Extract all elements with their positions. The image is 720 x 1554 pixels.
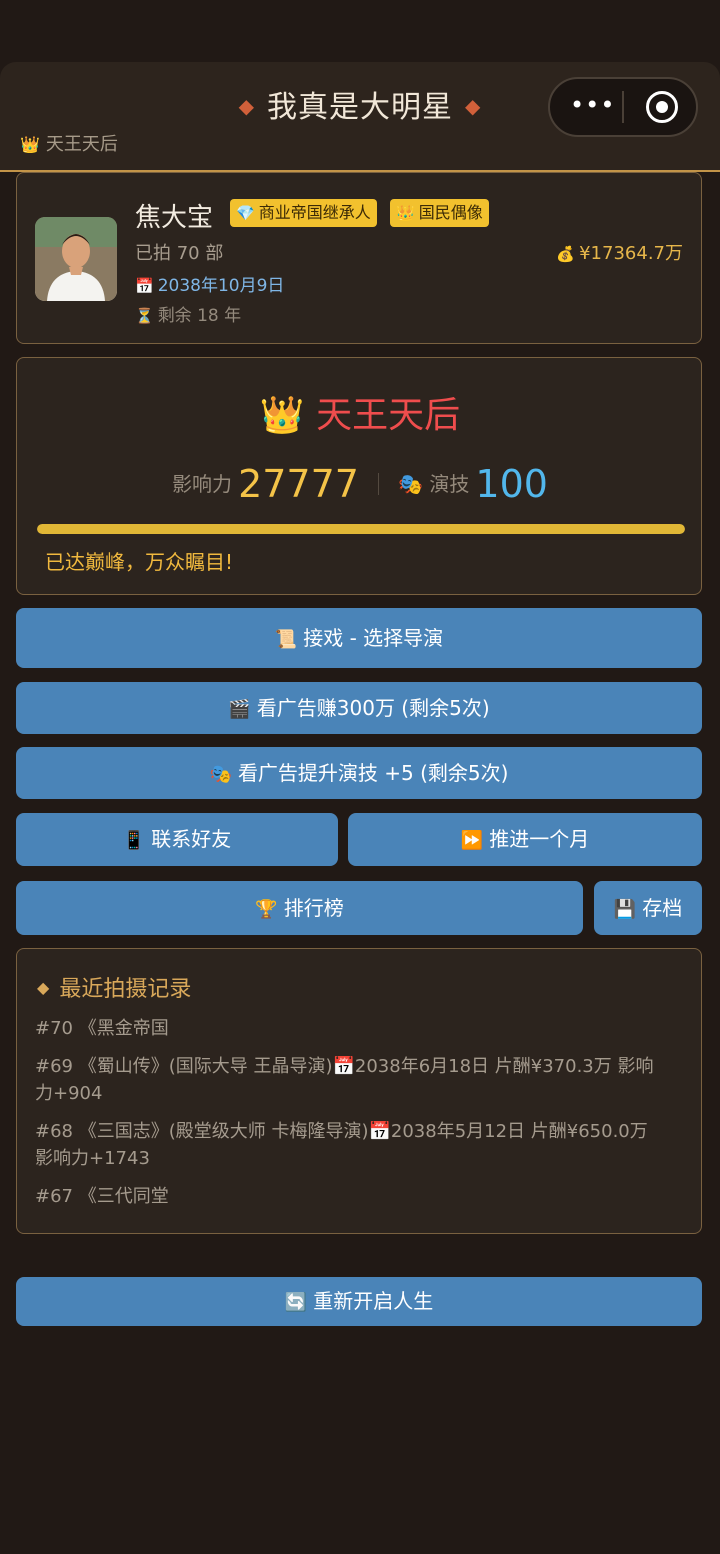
- progress-bar: [37, 524, 685, 534]
- status-card: 👑 天王天后 影响力 27777 🎭 演技 100 已达巅峰，万众瞩目!: [16, 357, 702, 595]
- date-value: 2038年10月9日: [157, 276, 285, 296]
- records-title: ◆ 最近拍摄记录: [37, 971, 191, 1003]
- acting-value: 100: [475, 462, 548, 506]
- peak-message: 已达巅峰，万众瞩目!: [45, 550, 234, 574]
- diamond-gem-icon: 💎: [236, 204, 255, 222]
- crown-icon: 👑: [259, 395, 305, 436]
- influence-label: 影响力: [172, 472, 233, 496]
- contact-friend-button[interactable]: 📱 联系好友: [16, 813, 338, 866]
- remaining-years: ⏳ 剩余 18 年: [135, 301, 241, 326]
- avatar: [35, 217, 117, 301]
- acting-label: 演技: [429, 472, 470, 496]
- ad-acting-label: 看广告提升演技 +5 (剩余5次): [237, 761, 509, 785]
- scroll-icon: 📜: [274, 629, 298, 650]
- tag-business-heir: 💎 商业帝国继承人: [230, 199, 377, 227]
- stats-row: 影响力 27777 🎭 演技 100: [17, 462, 703, 506]
- rank-title: 👑 天王天后: [17, 386, 703, 438]
- capsule-divider: [622, 91, 624, 123]
- fast-forward-icon: ⏩: [460, 830, 484, 851]
- phone-icon: 📱: [122, 830, 146, 851]
- money-bag-icon: 💰: [556, 245, 576, 263]
- refresh-icon: 🔄: [284, 1292, 308, 1313]
- miniprogram-capsule: •••: [548, 77, 698, 137]
- advance-month-button[interactable]: ⏩ 推进一个月: [348, 813, 702, 866]
- records-title-text: 最近拍摄记录: [59, 977, 192, 1002]
- progress-fill: [37, 524, 685, 534]
- advance-label: 推进一个月: [489, 827, 590, 851]
- money-balance: 💰 ¥17364.7万: [556, 239, 683, 265]
- diamond-right-icon: ◆: [465, 94, 482, 118]
- stats-divider: [378, 473, 380, 495]
- tag-label: 国民偶像: [418, 203, 483, 222]
- save-label: 存档: [642, 896, 683, 920]
- list-item: #70 《黑金帝国: [35, 1018, 169, 1039]
- contact-label: 联系好友: [151, 827, 232, 851]
- theater-masks-icon: 🎭: [398, 472, 424, 496]
- crown-icon: 👑: [20, 135, 40, 154]
- list-item: #68 《三国志》(殿堂级大师 卡梅隆导演)📅2038年5月12日 片酬¥650…: [35, 1121, 648, 1169]
- list-item: #69 《蜀山传》(国际大导 王晶导演)📅2038年6月18日 片酬¥370.3…: [35, 1056, 654, 1104]
- records-card: ◆ 最近拍摄记录 #70 《黑金帝国 #69 《蜀山传》(国际大导 王晶导演)📅2…: [16, 948, 702, 1234]
- restart-life-button[interactable]: 🔄 重新开启人生: [16, 1277, 702, 1326]
- page-title: 我真是大明星: [267, 90, 453, 125]
- ad-money-label: 看广告赚300万 (剩余5次): [256, 696, 490, 720]
- theater-masks-icon: 🎭: [209, 764, 232, 785]
- take-role-button[interactable]: 📜 接戏 - 选择导演: [16, 608, 702, 668]
- calendar-icon: 📅: [135, 277, 154, 295]
- take-role-label: 接戏 - 选择导演: [303, 626, 444, 650]
- ad-money-button[interactable]: 🎬 看广告赚300万 (剩余5次): [16, 682, 702, 734]
- ranking-label: 排行榜: [283, 896, 344, 920]
- records-list: #70 《黑金帝国 #69 《蜀山传》(国际大导 王晶导演)📅2038年6月18…: [35, 1015, 655, 1221]
- ranking-button[interactable]: 🏆 排行榜: [16, 881, 583, 935]
- more-icon[interactable]: •••: [570, 91, 615, 119]
- ad-acting-button[interactable]: 🎭 看广告提升演技 +5 (剩余5次): [16, 747, 702, 799]
- profile-card: 焦大宝 💎 商业帝国继承人 👑 国民偶像 已拍 70 部 💰 ¥17364.7万 📅 2…: [16, 172, 702, 344]
- remaining-value: 剩余 18 年: [157, 306, 242, 326]
- hourglass-icon: ⏳: [135, 307, 154, 325]
- films-count: 已拍 70 部: [135, 243, 224, 264]
- floppy-disk-icon: 💾: [613, 899, 637, 920]
- avatar-photo: [35, 217, 117, 301]
- diamond-left-icon: ◆: [238, 94, 255, 118]
- list-item: #67 《三代同堂: [35, 1186, 169, 1207]
- close-miniprogram-icon[interactable]: [646, 91, 678, 123]
- acting-label-wrap: 🎭 演技: [398, 472, 469, 496]
- rank-subtitle-text: 天王天后: [45, 134, 118, 155]
- tag-national-idol: 👑 国民偶像: [390, 199, 489, 227]
- tag-label: 商业帝国继承人: [258, 203, 371, 222]
- clapper-icon: 🎬: [228, 699, 251, 720]
- app-header: ◆ 我真是大明星 ◆ 👑 天王天后 •••: [0, 62, 720, 172]
- diamond-icon: ◆: [37, 978, 50, 997]
- influence-value: 27777: [238, 462, 359, 506]
- current-date: 📅 2038年10月9日: [135, 271, 284, 296]
- trophy-icon: 🏆: [255, 899, 278, 920]
- rank-subtitle: 👑 天王天后: [20, 130, 118, 156]
- crown-icon: 👑: [396, 204, 415, 222]
- save-button[interactable]: 💾 存档: [594, 881, 702, 935]
- rank-title-text: 天王天后: [316, 395, 461, 436]
- restart-label: 重新开启人生: [313, 1289, 434, 1313]
- player-name: 焦大宝: [135, 203, 214, 233]
- money-value: ¥17364.7万: [579, 243, 683, 264]
